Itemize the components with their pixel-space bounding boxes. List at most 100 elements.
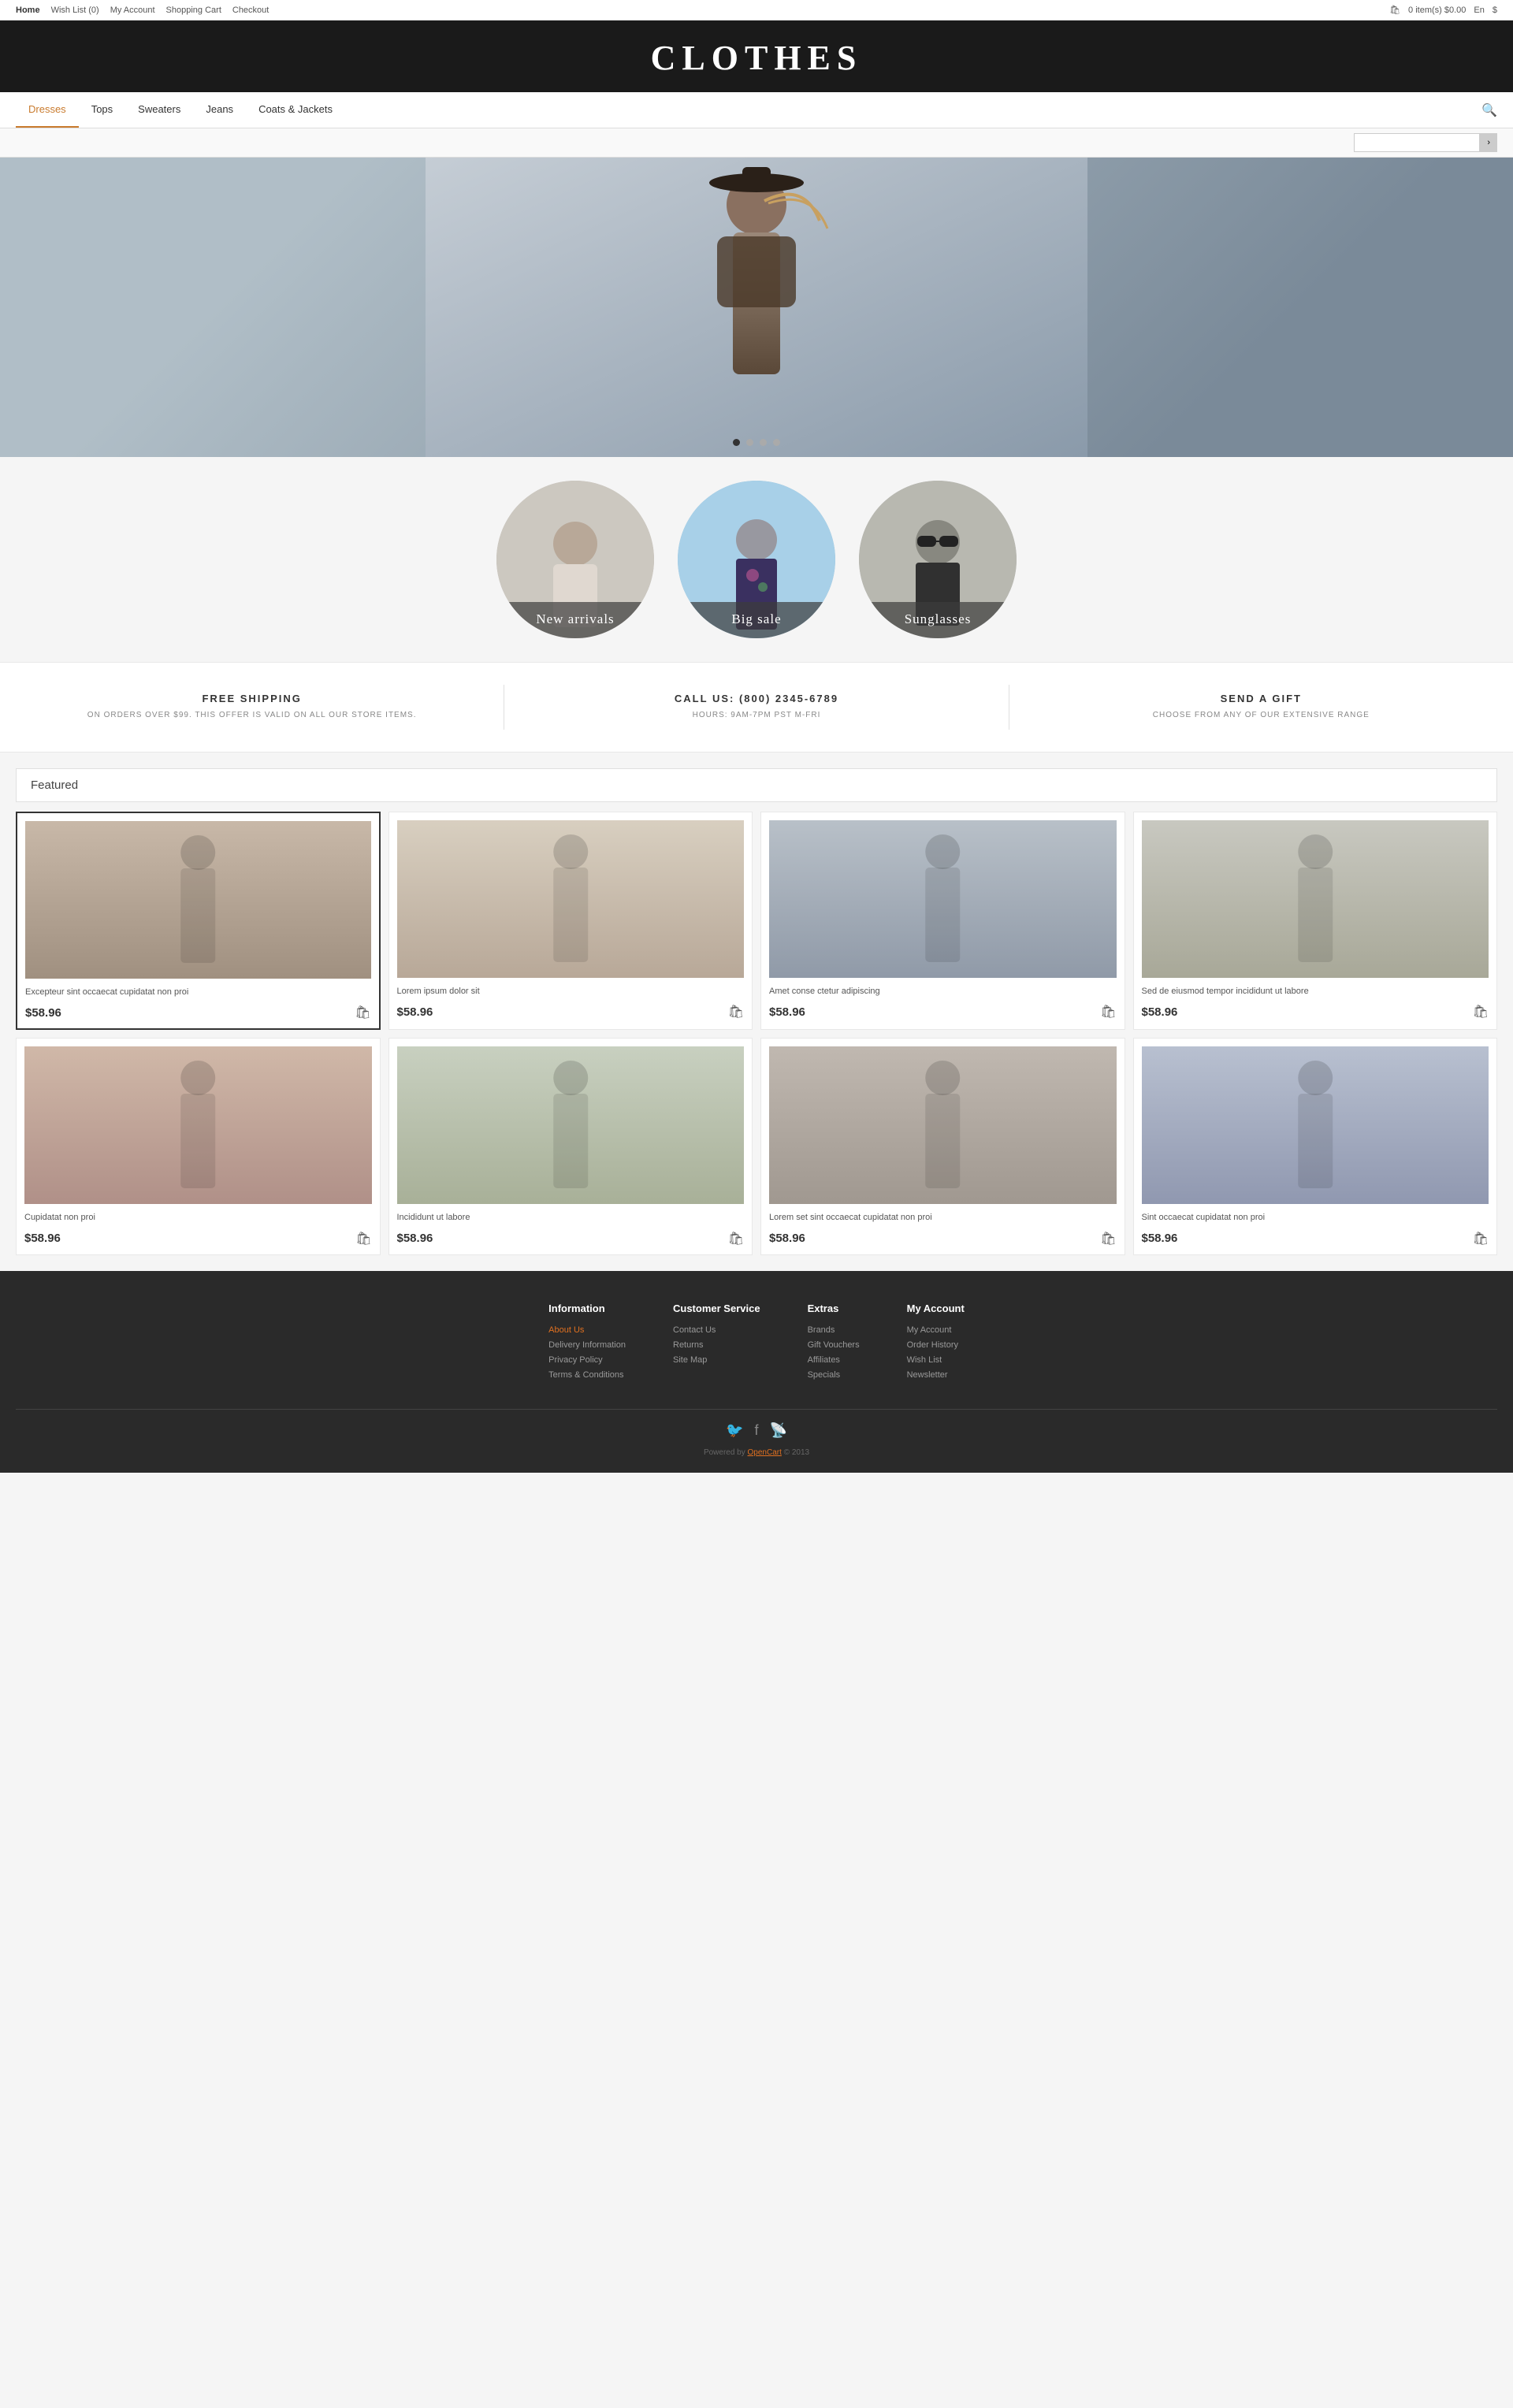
hero-dot-4[interactable] (773, 439, 780, 446)
footer-link[interactable]: Contact Us (673, 1325, 760, 1335)
nav-item-jeans[interactable]: Jeans (193, 92, 246, 128)
hero-dot-2[interactable] (746, 439, 753, 446)
footer-link[interactable]: Returns (673, 1340, 760, 1350)
add-to-cart-button[interactable]: 🛍 (728, 1004, 744, 1020)
add-to-cart-button[interactable]: 🛍 (1473, 1231, 1489, 1247)
top-nav-cart[interactable]: Shopping Cart (166, 6, 221, 15)
search-button[interactable]: › (1480, 133, 1497, 152)
product-price: $58.96 (24, 1232, 61, 1245)
footer-link[interactable]: Delivery Information (548, 1340, 626, 1350)
footer-link[interactable]: My Account (907, 1325, 965, 1335)
feature-gift-title: SEND A GIFT (1033, 693, 1489, 704)
hero-dots (733, 439, 780, 446)
footer-link[interactable]: Newsletter (907, 1370, 965, 1380)
add-to-cart-button[interactable]: 🛍 (355, 1231, 371, 1247)
facebook-icon[interactable]: f (754, 1422, 758, 1439)
product-img-placeholder (769, 820, 1117, 978)
product-card[interactable]: Sint occaecat cupidatat non proi $58.96 … (1133, 1038, 1498, 1254)
product-img-placeholder (1142, 1046, 1489, 1204)
site-header: CLOTHES (0, 20, 1513, 92)
product-img-placeholder (397, 820, 745, 978)
footer-column: My Account My Account Order History Wish Li… (907, 1302, 965, 1385)
product-img-placeholder (25, 821, 371, 979)
add-to-cart-button[interactable]: 🛍 (355, 1005, 370, 1020)
site-logo[interactable]: CLOTHES (0, 38, 1513, 78)
feature-gift: SEND A GIFT CHOOSE FROM ANY OF OUR EXTEN… (1009, 685, 1513, 730)
hero-slider (0, 158, 1513, 457)
footer-col-heading: Customer Service (673, 1302, 760, 1314)
product-card[interactable]: Sed de eiusmod tempor incididunt ut labo… (1133, 812, 1498, 1030)
product-price-row: $58.96 🛍 (769, 1231, 1117, 1247)
category-big-sale-label: Big sale (678, 602, 835, 638)
feature-gift-sub: CHOOSE FROM ANY OF OUR EXTENSIVE RANGE (1033, 709, 1489, 722)
add-to-cart-button[interactable]: 🛍 (1473, 1004, 1489, 1020)
feature-shipping-title: FREE SHIPPING (24, 693, 480, 704)
search-input[interactable] (1354, 133, 1480, 152)
feature-shipping-sub: ON ORDERS OVER $99. THIS OFFER IS VALID … (24, 709, 480, 722)
top-nav-home[interactable]: Home (16, 6, 40, 15)
nav-item-sweaters[interactable]: Sweaters (125, 92, 193, 128)
product-name: Lorem set sint occaecat cupidatat non pr… (769, 1212, 1117, 1224)
product-img-placeholder (769, 1046, 1117, 1204)
product-price: $58.96 (25, 1006, 61, 1020)
cart-icon: 🛍 (1389, 5, 1400, 15)
product-price-row: $58.96 🛍 (397, 1004, 745, 1020)
language-selector[interactable]: En (1474, 6, 1484, 15)
footer-link[interactable]: Site Map (673, 1355, 760, 1365)
product-card[interactable]: Amet conse ctetur adipiscing $58.96 🛍 (760, 812, 1125, 1030)
footer-col-heading: My Account (907, 1302, 965, 1314)
footer-link[interactable]: Affiliates (808, 1355, 860, 1365)
product-card[interactable]: Lorem set sint occaecat cupidatat non pr… (760, 1038, 1125, 1254)
opencart-link[interactable]: OpenCart (748, 1448, 782, 1457)
add-to-cart-button[interactable]: 🛍 (1100, 1004, 1116, 1020)
footer-link[interactable]: Order History (907, 1340, 965, 1350)
category-sunglasses[interactable]: Sunglasses (859, 481, 1017, 638)
features-section: FREE SHIPPING ON ORDERS OVER $99. THIS O… (0, 662, 1513, 752)
nav-item-tops[interactable]: Tops (79, 92, 125, 128)
product-card[interactable]: Lorem ipsum dolor sit $58.96 🛍 (388, 812, 753, 1030)
product-card[interactable]: Incididunt ut labore $58.96 🛍 (388, 1038, 753, 1254)
top-nav: Home Wish List (0) My Account Shopping C… (16, 6, 269, 15)
hero-dot-1[interactable] (733, 439, 740, 446)
footer-column: Customer Service Contact Us Returns Site Ma… (673, 1302, 760, 1385)
nav-item-dresses[interactable]: Dresses (16, 92, 79, 128)
top-nav-checkout[interactable]: Checkout (232, 6, 269, 15)
hero-image (0, 158, 1513, 457)
category-big-sale[interactable]: Big sale (678, 481, 835, 638)
rss-icon[interactable]: 📡 (770, 1422, 787, 1439)
add-to-cart-button[interactable]: 🛍 (728, 1231, 744, 1247)
footer-bottom: 🐦 f 📡 Powered by OpenCart © 2013 (16, 1409, 1497, 1457)
product-price-row: $58.96 🛍 (24, 1231, 372, 1247)
product-price-row: $58.96 🛍 (1142, 1231, 1489, 1247)
top-nav-wishlist[interactable]: Wish List (0) (51, 6, 99, 15)
main-nav-list: Dresses Tops Sweaters Jeans Coats & Jack… (16, 92, 345, 128)
footer-link[interactable]: Brands (808, 1325, 860, 1335)
footer-link[interactable]: Privacy Policy (548, 1355, 626, 1365)
social-icons: 🐦 f 📡 (16, 1422, 1497, 1439)
product-card[interactable]: Excepteur sint occaecat cupidatat non pr… (16, 812, 381, 1030)
search-bar: › (0, 128, 1513, 158)
footer-link[interactable]: About Us (548, 1325, 626, 1335)
product-img-placeholder (397, 1046, 745, 1204)
nav-item-coats[interactable]: Coats & Jackets (246, 92, 345, 128)
feature-shipping: FREE SHIPPING ON ORDERS OVER $99. THIS O… (0, 685, 504, 730)
main-nav: Dresses Tops Sweaters Jeans Coats & Jack… (0, 92, 1513, 128)
search-icon[interactable]: 🔍 (1481, 102, 1497, 118)
footer-link[interactable]: Gift Vouchers (808, 1340, 860, 1350)
top-nav-myaccount[interactable]: My Account (110, 6, 155, 15)
footer-link[interactable]: Specials (808, 1370, 860, 1380)
footer-column: InformationAbout UsDelivery InformationP… (548, 1302, 626, 1385)
footer-link[interactable]: Wish List (907, 1355, 965, 1365)
hero-dot-3[interactable] (760, 439, 767, 446)
footer-columns: InformationAbout UsDelivery InformationP… (16, 1302, 1497, 1385)
cart-summary[interactable]: 0 item(s) $0.00 (1408, 6, 1466, 15)
top-right: 🛍 0 item(s) $0.00 En $ (1389, 5, 1497, 15)
footer-link[interactable]: Terms & Conditions (548, 1370, 626, 1380)
twitter-icon[interactable]: 🐦 (726, 1422, 743, 1439)
category-new-arrivals[interactable]: New arrivals (496, 481, 654, 638)
product-card[interactable]: Cupidatat non proi $58.96 🛍 (16, 1038, 381, 1254)
product-image (769, 1046, 1117, 1204)
add-to-cart-button[interactable]: 🛍 (1100, 1231, 1116, 1247)
currency-selector[interactable]: $ (1493, 6, 1497, 15)
products-grid: Excepteur sint occaecat cupidatat non pr… (16, 812, 1497, 1255)
